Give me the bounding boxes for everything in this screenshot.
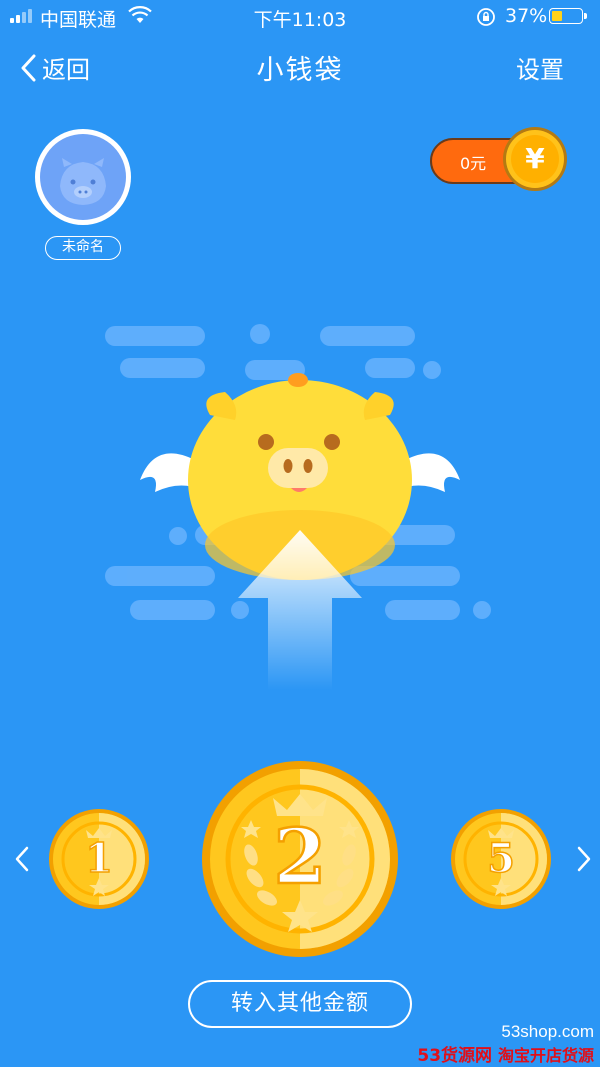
pig-avatar-icon bbox=[60, 158, 106, 205]
balance-amount: 0元 bbox=[460, 154, 487, 173]
avatar[interactable] bbox=[35, 129, 131, 225]
watermark-brand-name: 53货源网 bbox=[417, 1046, 493, 1066]
battery-percent: 37% bbox=[505, 5, 548, 27]
coin-value-1: 1 bbox=[84, 834, 113, 883]
coin-option-1[interactable]: 1 bbox=[48, 808, 150, 910]
flying-pig-illustration bbox=[105, 324, 491, 690]
coin-option-5[interactable]: 5 bbox=[450, 808, 552, 910]
previous-arrow-icon[interactable] bbox=[14, 846, 30, 876]
rotation-lock-icon bbox=[476, 7, 496, 32]
transfer-other-amount-button[interactable]: 转入其他金额 bbox=[188, 980, 412, 1028]
coin-option-2[interactable]: 2 bbox=[201, 760, 399, 958]
currency-symbol: ¥ bbox=[511, 135, 559, 183]
status-bar: 中国联通 下午11:03 37% bbox=[0, 0, 600, 34]
watermark-tagline: 淘宝开店货源 bbox=[497, 1046, 594, 1065]
next-arrow-icon[interactable] bbox=[576, 846, 592, 876]
coin-value-2: 2 bbox=[272, 811, 327, 903]
watermark-url: 53shop.com bbox=[501, 1022, 594, 1041]
settings-button[interactable]: 设置 bbox=[516, 50, 564, 85]
yen-coin-icon[interactable]: ¥ bbox=[503, 127, 567, 191]
profile-name-pill[interactable]: 未命名 bbox=[45, 236, 121, 260]
watermark-brand: 53货源网 淘宝开店货源 bbox=[417, 1041, 594, 1066]
coin-value-5: 5 bbox=[486, 834, 515, 883]
battery-icon bbox=[549, 8, 587, 24]
page-title: 小钱袋 bbox=[256, 55, 344, 86]
